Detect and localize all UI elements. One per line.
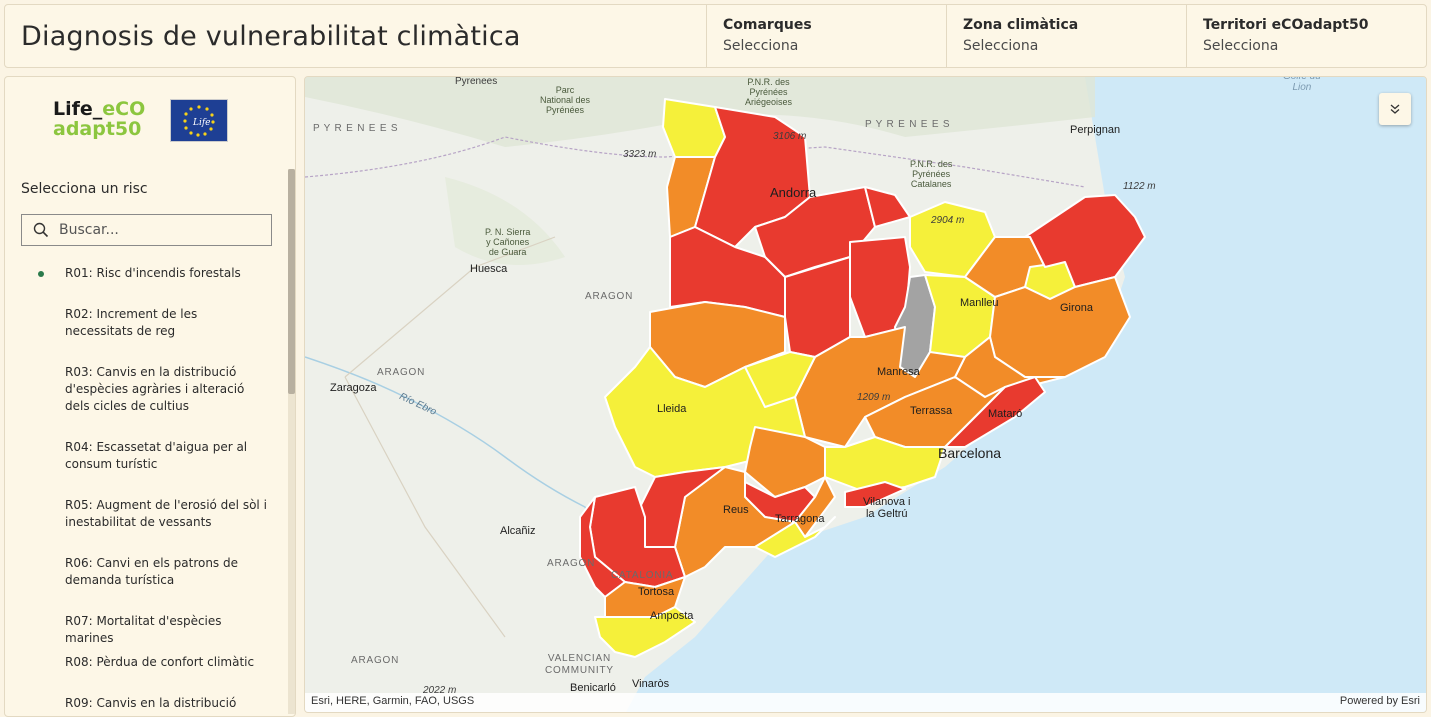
risk-item-r07[interactable]: R07: Mortalitat d'espècies marines bbox=[5, 613, 287, 654]
risk-label: R04: Escassetat d'aigua per al consum tu… bbox=[65, 440, 248, 471]
map-label-aragon-4: ARAGON bbox=[351, 655, 400, 666]
map-label-huesca: Huesca bbox=[470, 263, 508, 275]
page-title: Diagnosis de vulnerabilitat climàtica bbox=[21, 20, 521, 52]
road bbox=[344, 376, 506, 638]
map-label-vilanova: Vilanova i la Geltrú bbox=[863, 496, 911, 520]
map-label-perpignan: Perpignan bbox=[1070, 124, 1121, 136]
map-attribution: Esri, HERE, Garmin, FAO, USGS Powered by… bbox=[305, 693, 1426, 712]
map-label-manresa: Manresa bbox=[877, 366, 920, 378]
selected-dot-icon bbox=[38, 271, 44, 277]
map-label-elev-1122: 1122 m bbox=[1123, 181, 1156, 192]
risk-label: R08: Pèrdua de confort climàtic bbox=[65, 655, 255, 669]
map-label-terrassa: Terrassa bbox=[910, 405, 953, 417]
logo-adapt: adapt50 bbox=[53, 118, 142, 140]
select-risk-label: Selecciona un risc bbox=[21, 181, 148, 197]
powered-by-esri[interactable]: Powered by Esri bbox=[1340, 695, 1420, 710]
risk-item-r04[interactable]: R04: Escassetat d'aigua per al consum tu… bbox=[5, 439, 287, 497]
filter-territori[interactable]: Territori eCOadapt50 Selecciona bbox=[1186, 5, 1426, 67]
map-label-barcelona: Barcelona bbox=[938, 445, 1002, 461]
app-header: Diagnosis de vulnerabilitat climàtica Co… bbox=[4, 4, 1427, 68]
filter-zona-climatica[interactable]: Zona climàtica Selecciona bbox=[946, 5, 1186, 67]
map-label-lleida: Lleida bbox=[657, 403, 687, 415]
search-icon bbox=[33, 222, 49, 238]
risk-item-r05[interactable]: R05: Augment de l'erosió del sòl i inest… bbox=[5, 497, 287, 555]
map-label-andorra: Andorra bbox=[770, 185, 817, 200]
map-label-pyrenees-left: P Y R E N E E S bbox=[313, 123, 399, 134]
map-label-girona: Girona bbox=[1060, 302, 1094, 314]
risk-item-r08[interactable]: R08: Pèrdua de confort climàtic bbox=[5, 654, 287, 695]
map-label-elev-3323: 3323 m bbox=[623, 149, 657, 160]
life-ecoadapt50-logo: Life_eCO adapt50 Life bbox=[53, 99, 233, 145]
map-label-elev-3106: 3106 m bbox=[773, 131, 807, 142]
risk-label: R03: Canvis en la distribució d'espècies… bbox=[65, 365, 245, 413]
map-label-elev-1209: 1209 m bbox=[857, 392, 891, 403]
map-label-aragon-3: ARAGON bbox=[547, 558, 596, 569]
risk-item-r09[interactable]: R09: Canvis en la distribució bbox=[5, 695, 287, 716]
filter-comarques-value[interactable]: Selecciona bbox=[723, 38, 930, 54]
logo-eco: eCO bbox=[102, 98, 146, 120]
risk-item-r06[interactable]: R06: Canvi en els patrons de demanda tur… bbox=[5, 555, 287, 613]
map-label-pyrenees-top: Pyrenees bbox=[455, 76, 498, 87]
logo-life: Life_ bbox=[53, 98, 103, 120]
risk-item-r01[interactable]: R01: Risc d'incendis forestals bbox=[5, 265, 287, 306]
map-label-mataro: Mataró bbox=[988, 408, 1023, 420]
map-label-valencian: VALENCIAN COMMUNITY bbox=[545, 653, 614, 676]
sidebar-scroll-thumb[interactable] bbox=[288, 169, 295, 394]
filter-zona-label: Zona climàtica bbox=[963, 17, 1079, 33]
eu-life-text: Life bbox=[192, 118, 211, 128]
filter-comarques-label: Comarques bbox=[723, 17, 812, 33]
map-label-golfe: Golfe du Lion bbox=[1283, 76, 1321, 93]
risk-label: R07: Mortalitat d'espècies marines bbox=[65, 614, 222, 645]
map-label-manlleu: Manlleu bbox=[960, 297, 999, 309]
map-label-catalonia: CATALONIA bbox=[611, 570, 674, 581]
logo-text: Life_eCO adapt50 bbox=[53, 99, 145, 139]
map-label-pnr-ariegeoises: P.N.R. des Pyrénées Ariégeoises bbox=[745, 77, 793, 107]
eu-life-flag-icon: Life bbox=[170, 99, 228, 142]
risk-item-r02[interactable]: R02: Increment de les necessitats de reg bbox=[5, 306, 287, 364]
map-view[interactable]: Pyrenees P Y R E N E E S P Y R E N E E S… bbox=[304, 76, 1427, 713]
risk-label: R06: Canvi en els patrons de demanda tur… bbox=[65, 556, 238, 587]
map-label-reus: Reus bbox=[723, 504, 749, 516]
attribution-sources: Esri, HERE, Garmin, FAO, USGS bbox=[311, 695, 475, 707]
map-label-elev-2904: 2904 m bbox=[931, 215, 965, 226]
filter-territori-value[interactable]: Selecciona bbox=[1203, 38, 1410, 54]
map-label-parc-nacional: Parc National des Pyrénées bbox=[540, 85, 591, 115]
map-label-amposta: Amposta bbox=[650, 610, 694, 622]
map-label-aragon-2: ARAGON bbox=[377, 367, 426, 378]
sidebar: Life_eCO adapt50 Life Selecciona un risc… bbox=[4, 76, 296, 717]
map-label-alcaniz: Alcañiz bbox=[500, 525, 536, 537]
search-box[interactable] bbox=[21, 214, 272, 246]
risk-item-r03[interactable]: R03: Canvis en la distribució d'espècies… bbox=[5, 364, 287, 439]
map-label-vinaros: Vinaròs bbox=[632, 678, 670, 690]
risk-label: R01: Risc d'incendis forestals bbox=[65, 266, 241, 280]
filter-territori-label: Territori eCOadapt50 bbox=[1203, 17, 1369, 33]
map-label-pnr-catalanes: P.N.R. des Pyrénées Catalanes bbox=[910, 159, 953, 189]
risk-label: R09: Canvis en la distribució bbox=[65, 696, 237, 710]
map-label-pyrenees-right: P Y R E N E E S bbox=[865, 119, 951, 130]
map-label-aragon-1: ARAGON bbox=[585, 291, 634, 302]
map-label-tarragona: Tarragona bbox=[775, 513, 825, 525]
sidebar-scrollbar[interactable] bbox=[288, 169, 295, 714]
map-label-pn-sierra: P. N. Sierra y Cañones de Guara bbox=[485, 227, 531, 257]
risk-list: R01: Risc d'incendis forestals R02: Incr… bbox=[5, 265, 287, 716]
map-label-zaragoza: Zaragoza bbox=[330, 382, 377, 394]
map-label-tortosa: Tortosa bbox=[638, 586, 675, 598]
filter-zona-value[interactable]: Selecciona bbox=[963, 38, 1170, 54]
expand-button[interactable] bbox=[1379, 93, 1411, 125]
risk-label: R02: Increment de les necessitats de reg bbox=[65, 307, 198, 338]
filter-comarques[interactable]: Comarques Selecciona bbox=[706, 5, 946, 67]
chevrons-down-icon bbox=[1390, 104, 1400, 114]
search-input[interactable] bbox=[59, 222, 259, 238]
risk-label: R05: Augment de l'erosió del sòl i inest… bbox=[65, 498, 267, 529]
